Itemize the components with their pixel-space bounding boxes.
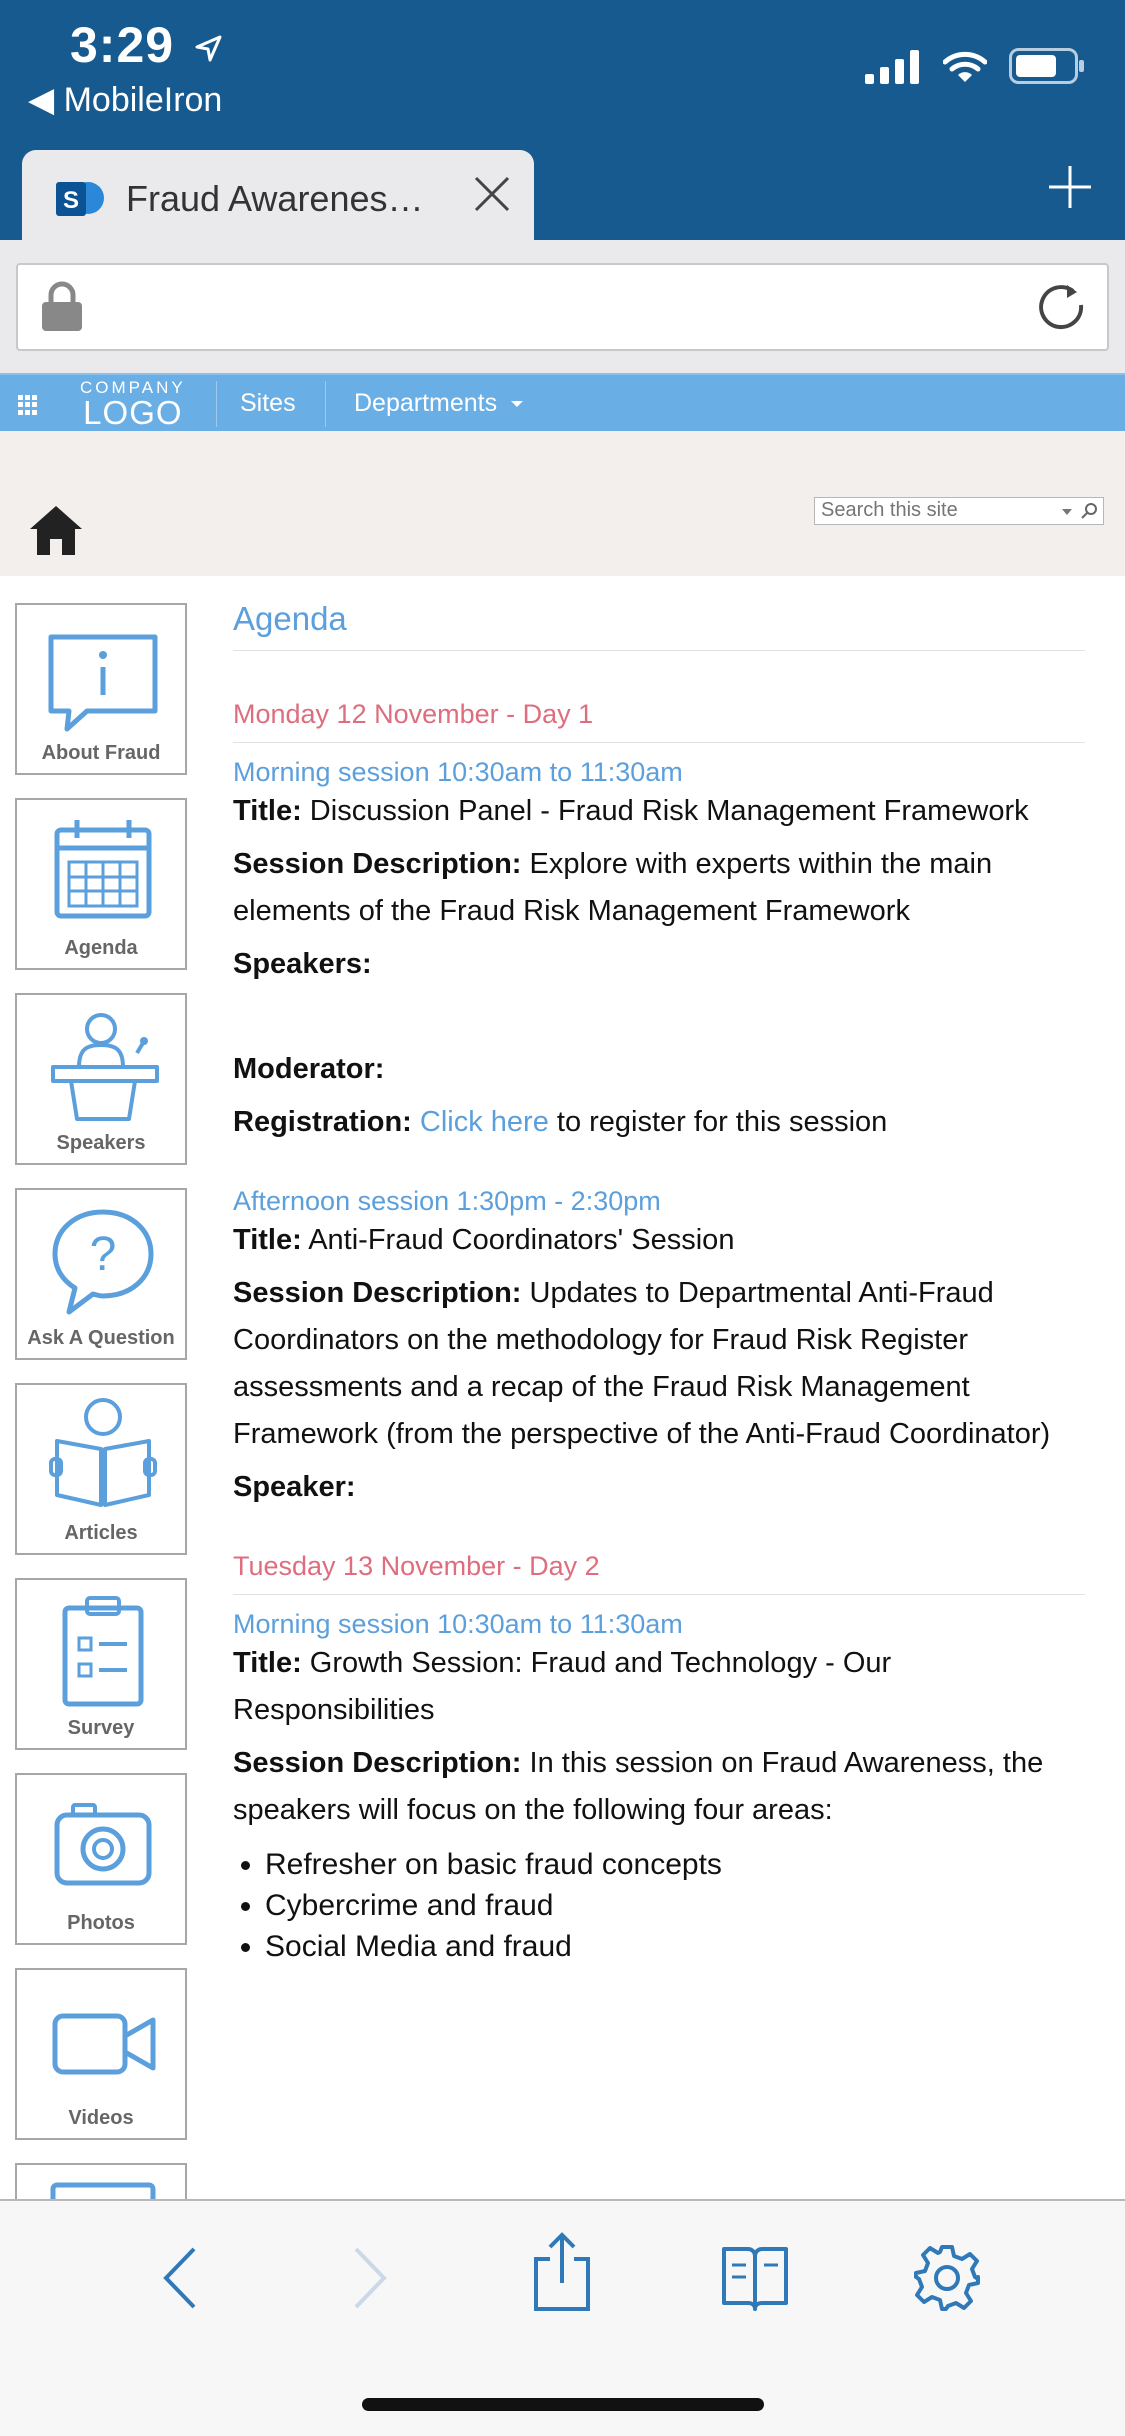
session-heading: Morning session 10:30am to 11:30am — [233, 1609, 683, 1639]
session-heading: Morning session 10:30am to 11:30am — [233, 757, 683, 787]
tile-partial[interactable] — [15, 2163, 187, 2203]
session-registration: Registration: Click here to register for… — [233, 1106, 888, 1138]
chevron-down-icon[interactable] — [1061, 508, 1073, 516]
session-title: Title: Growth Session: Fraud and Technol… — [233, 1647, 892, 1726]
forward-arrow-icon[interactable] — [340, 2243, 400, 2313]
session-description: Session Description: Explore with expert… — [233, 848, 993, 927]
chevron-down-icon — [511, 401, 524, 408]
reader-view-icon[interactable] — [720, 2243, 790, 2313]
app-launcher-icon[interactable] — [18, 395, 38, 415]
signal-icon — [865, 50, 919, 84]
tile-about-fraud[interactable]: About Fraud — [15, 603, 187, 775]
session-speakers: Speakers: — [233, 948, 372, 980]
tab-title: Fraud Awarenes… — [126, 178, 424, 219]
home-indicator[interactable] — [362, 2398, 764, 2411]
new-tab-icon[interactable] — [1045, 162, 1095, 212]
quick-links: About Fraud Agenda Speakers ? Ask A Ques… — [15, 603, 187, 2203]
session-speaker: Speaker: — [233, 1471, 356, 1503]
status-icons — [865, 48, 1085, 84]
nav-divider — [216, 381, 217, 427]
tile-ask-a-question[interactable]: ? Ask A Question — [15, 1188, 187, 1360]
tile-label: Ask A Question — [27, 1327, 175, 1349]
list-item: Cybercrime and fraud — [265, 1885, 1085, 1926]
session-description: Session Description: In this session on … — [233, 1747, 1044, 1826]
session-heading: Afternoon session 1:30pm - 2:30pm — [233, 1186, 661, 1216]
tile-speakers[interactable]: Speakers — [15, 993, 187, 1165]
register-link[interactable]: Click here — [420, 1106, 549, 1138]
session-title: Title: Anti-Fraud Coordinators' Session — [233, 1224, 735, 1256]
tile-label: Speakers — [56, 1132, 146, 1154]
tile-label: Survey — [67, 1717, 135, 1739]
session-moderator: Moderator: — [233, 1053, 385, 1085]
company-logo[interactable]: COMPANY LOGO — [80, 379, 186, 429]
back-arrow-icon[interactable] — [150, 2243, 210, 2313]
svg-text:?: ? — [90, 1228, 117, 1281]
page-title: Agenda — [233, 600, 1085, 651]
session-title: Title: Discussion Panel - Fraud Risk Man… — [233, 795, 1029, 827]
nav-departments-link[interactable]: Departments — [354, 389, 524, 418]
lock-icon — [42, 281, 82, 331]
site-header — [0, 431, 1125, 576]
list-item: Social Media and fraud — [265, 1926, 1085, 1967]
home-icon[interactable] — [28, 503, 84, 557]
tile-label: Articles — [64, 1522, 138, 1544]
share-icon[interactable] — [530, 2231, 594, 2313]
site-nav-bar: COMPANY LOGO Sites Departments — [0, 373, 1125, 431]
screen-icon — [50, 2182, 156, 2203]
session-description: Session Description: Updates to Departme… — [233, 1277, 1051, 1450]
back-to-app-link[interactable]: ◀ MobileIron — [28, 80, 222, 120]
battery-icon — [1009, 48, 1084, 84]
search-input[interactable] — [815, 498, 1035, 522]
day-heading: Tuesday 13 November - Day 2 — [233, 1551, 1085, 1595]
day-heading: Monday 12 November - Day 1 — [233, 699, 1085, 743]
address-bar[interactable] — [16, 263, 1109, 351]
site-search-box[interactable] — [814, 497, 1104, 525]
tile-label: Videos — [68, 2107, 134, 2129]
location-arrow-icon — [195, 35, 222, 62]
agenda-content: Agenda Monday 12 November - Day 1 Mornin… — [233, 600, 1085, 1967]
tile-label: Photos — [67, 1912, 135, 1934]
tile-articles[interactable]: Articles — [15, 1383, 187, 1555]
tile-agenda[interactable]: Agenda — [15, 798, 187, 970]
browser-tab[interactable]: S Fraud Awarenes… — [22, 150, 534, 240]
sharepoint-icon: S — [56, 182, 104, 216]
browser-header: 3:29 ◀ MobileIron S Fraud Awarenes… — [0, 0, 1125, 240]
tile-photos[interactable]: Photos — [15, 1773, 187, 1945]
nav-sites-link[interactable]: Sites — [240, 389, 296, 418]
status-time: 3:29 — [70, 16, 223, 74]
nav-divider — [325, 381, 326, 427]
close-tab-icon[interactable] — [472, 174, 512, 214]
search-icon[interactable] — [1080, 502, 1098, 520]
tile-label: About Fraud — [41, 742, 161, 764]
settings-gear-icon[interactable] — [912, 2243, 982, 2313]
reload-icon[interactable] — [1037, 283, 1087, 333]
tile-survey[interactable]: Survey — [15, 1578, 187, 1750]
tile-videos[interactable]: Videos — [15, 1968, 187, 2140]
tile-label: Agenda — [64, 937, 138, 959]
list-item: Refresher on basic fraud concepts — [265, 1844, 1085, 1885]
focus-areas-list: Refresher on basic fraud concepts Cyberc… — [265, 1844, 1085, 1967]
svg-text:S: S — [63, 187, 79, 214]
wifi-icon — [943, 51, 987, 82]
